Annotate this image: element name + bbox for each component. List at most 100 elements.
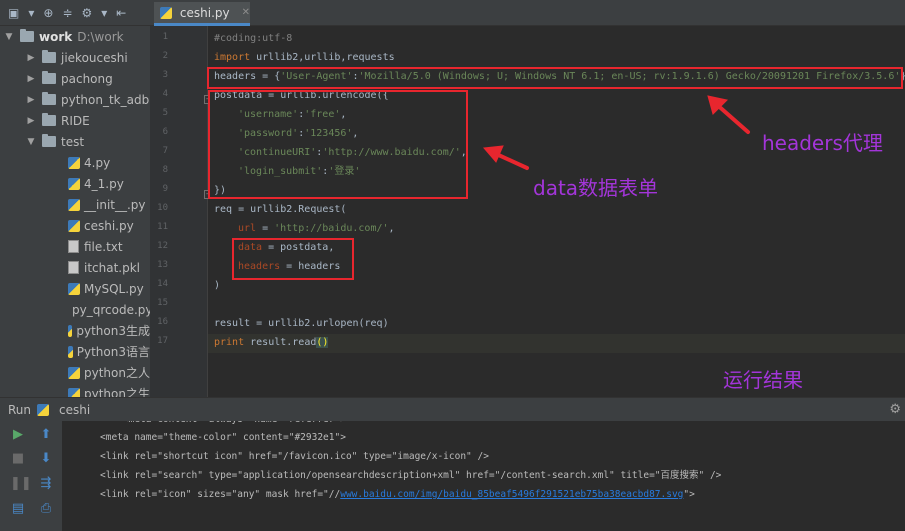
project-tree: ▼ work D:\work ▶ jiekouceshi ▶ pachong ▶… xyxy=(0,26,150,397)
stop-icon[interactable]: ■ xyxy=(10,451,26,467)
line-number: 8 xyxy=(162,165,168,175)
line-number: 10 xyxy=(157,203,168,213)
tree-folder[interactable]: ▶ RIDE xyxy=(0,110,150,131)
console-line: <link rel="icon" sizes="any" mask href="… xyxy=(100,485,695,504)
folder-label: RIDE xyxy=(61,113,90,128)
line-number: 15 xyxy=(157,298,168,308)
run-config[interactable]: ceshi xyxy=(59,403,90,417)
pause-icon[interactable]: ❚❚ xyxy=(10,476,32,492)
dropdown-icon[interactable]: ▾ xyxy=(101,7,107,19)
tree-file[interactable]: itchat.pkl xyxy=(0,257,150,278)
folder-icon xyxy=(42,113,56,126)
line-number: 14 xyxy=(157,279,168,289)
line-number: 6 xyxy=(162,127,168,137)
editor-tab-bar: ceshi.py ✕ xyxy=(150,0,905,26)
python-file-icon xyxy=(68,387,80,397)
line-number: 7 xyxy=(162,146,168,156)
tab-ceshi-py[interactable]: ceshi.py ✕ xyxy=(154,2,250,26)
file-label: python之生 xyxy=(84,387,150,397)
expand-arrow-icon[interactable]: ▼ xyxy=(26,137,36,147)
collapsed-arrow-icon[interactable]: ▶ xyxy=(26,74,36,84)
root-path: D:\work xyxy=(77,29,124,44)
keyword: import xyxy=(214,52,251,63)
run-console[interactable]: <meta content="always" name="referrer"> … xyxy=(62,421,905,531)
console-line: <link rel="shortcut icon" href="/favicon… xyxy=(100,451,489,462)
scroll-down-icon[interactable]: ⬇ xyxy=(38,451,54,467)
collapsed-arrow-icon[interactable]: ▶ xyxy=(26,116,36,126)
python-file-icon xyxy=(68,324,73,337)
locate-icon[interactable]: ⊕ xyxy=(43,7,53,19)
line-number: 13 xyxy=(157,260,168,270)
file-label: python3生成 xyxy=(76,324,150,338)
tree-root[interactable]: ▼ work D:\work xyxy=(0,26,150,47)
tree-file[interactable]: py_qrcode.py xyxy=(0,299,150,320)
tree-folder[interactable]: ▶ jiekouceshi xyxy=(0,47,150,68)
python-file-icon xyxy=(68,282,80,295)
tree-file[interactable]: 4_1.py xyxy=(0,173,150,194)
code-line-16: result = urllib2.urlopen(req) xyxy=(214,318,389,329)
scroll-up-icon[interactable]: ⬆ xyxy=(38,427,54,443)
line-number: 11 xyxy=(157,222,168,232)
layout-icon[interactable]: ▤ xyxy=(10,501,26,517)
tree-folder[interactable]: ▶ python_tk_adb xyxy=(0,89,150,110)
tree-folder[interactable]: ▶ pachong xyxy=(0,68,150,89)
project-view-icon[interactable]: ▣ xyxy=(8,7,19,19)
file-label: file.txt xyxy=(84,239,123,254)
line-number: 1 xyxy=(162,32,168,42)
tree-file[interactable]: file.txt xyxy=(0,236,150,257)
tree-file[interactable]: python之人 xyxy=(0,362,150,383)
request-args-highlight-box xyxy=(232,238,354,280)
tree-file[interactable]: python3生成 xyxy=(0,320,150,341)
project-panel: ▣ ▾ ⊕ ≑ ⚙ ▾ ⇤ ▼ work D:\work ▶ jiekouces… xyxy=(0,0,150,397)
tree-file[interactable]: ceshi.py xyxy=(0,215,150,236)
string: 'http://baidu.com/' xyxy=(274,223,389,234)
run-toolbar: ▶ ⬆ ■ ⬇ ❚❚ ⇶ ▤ ⎙ xyxy=(0,421,62,531)
data-note: data数据表单 xyxy=(533,176,659,200)
tree-file[interactable]: python之生 xyxy=(0,383,150,397)
postdata-highlight-box xyxy=(208,90,468,199)
python-file-icon xyxy=(68,219,80,232)
headers-highlight-box xyxy=(207,67,903,89)
soft-wrap-icon[interactable]: ⇶ xyxy=(38,476,54,492)
console-text: "> xyxy=(683,489,695,500)
code-text: result.read xyxy=(244,337,317,348)
folder-label: pachong xyxy=(61,71,113,86)
line-number: 9 xyxy=(162,184,168,194)
line-gutter: 1 2 3 4 5 6 7 8 9 10 11 12 13 14 15 16 1… xyxy=(150,26,213,397)
tree-file[interactable]: MySQL.py xyxy=(0,278,150,299)
tree-file[interactable]: __init__.py xyxy=(0,194,150,215)
folder-label: test xyxy=(61,134,85,149)
param-name: url xyxy=(238,223,257,234)
print-icon[interactable]: ⎙ xyxy=(38,501,54,517)
line-number: 12 xyxy=(157,241,168,251)
file-label: python之人 xyxy=(84,366,150,380)
collapsed-arrow-icon[interactable]: ▶ xyxy=(26,95,36,105)
gear-icon[interactable]: ⚙ xyxy=(82,7,93,19)
file-label: MySQL.py xyxy=(84,281,144,296)
console-line: <meta name="theme-color" content="#2932e… xyxy=(100,432,346,443)
code-text: urllib2,urllib,requests xyxy=(250,52,395,63)
collapsed-arrow-icon[interactable]: ▶ xyxy=(26,53,36,63)
folder-label: python_tk_adb xyxy=(61,92,150,107)
run-title: Run xyxy=(8,402,32,417)
result-note: 运行结果 xyxy=(723,368,803,392)
tree-folder[interactable]: ▼ test xyxy=(0,131,150,152)
gear-icon[interactable]: ⚙ xyxy=(889,402,901,417)
line-number: 4 xyxy=(162,89,168,99)
tree-file[interactable]: 4.py xyxy=(0,152,150,173)
file-label: ceshi.py xyxy=(84,218,134,233)
close-icon[interactable]: ✕ xyxy=(242,7,250,18)
dropdown-icon[interactable]: ▾ xyxy=(28,7,34,19)
line-number: 17 xyxy=(157,336,168,346)
rerun-icon[interactable]: ▶ xyxy=(10,427,26,443)
python-file-icon xyxy=(68,198,80,211)
line-number: 3 xyxy=(162,70,168,80)
file-label: __init__.py xyxy=(84,197,146,212)
tree-file[interactable]: Python3语言 xyxy=(0,341,150,362)
code-line-17: print result.read() xyxy=(214,333,329,352)
expand-arrow-icon[interactable]: ▼ xyxy=(4,32,14,42)
code-line-1: #coding:utf-8 xyxy=(214,33,293,44)
collapse-icon[interactable]: ≑ xyxy=(62,7,72,19)
console-link[interactable]: www.baidu.com/img/baidu_85beaf5496f29152… xyxy=(340,489,683,500)
hide-panel-icon[interactable]: ⇤ xyxy=(116,7,126,19)
